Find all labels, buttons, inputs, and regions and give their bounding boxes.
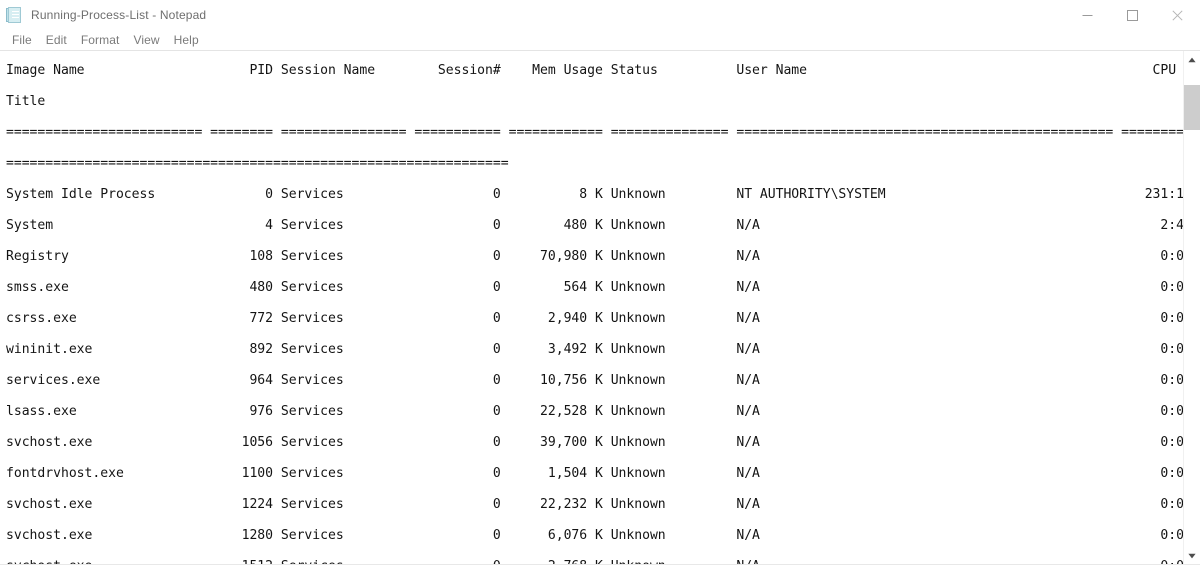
notepad-icon [6,7,23,24]
minimize-button[interactable] [1065,0,1110,30]
notepad-window: Running-Process-List - Notepad File Edit… [0,0,1200,565]
text-editor[interactable]: Image Name PID Session Name Session# Mem… [0,51,1183,564]
editor-area: Image Name PID Session Name Session# Mem… [0,51,1200,564]
menu-item-view[interactable]: View [126,32,166,49]
window-controls [1065,0,1200,30]
vertical-scrollbar[interactable] [1183,51,1200,564]
title-bar[interactable]: Running-Process-List - Notepad [0,0,1200,30]
maximize-button[interactable] [1110,0,1155,30]
window-title: Running-Process-List - Notepad [31,8,207,22]
menu-item-file[interactable]: File [5,32,39,49]
menu-item-help[interactable]: Help [167,32,206,49]
menu-bar: File Edit Format View Help [0,30,1200,51]
scrollbar-thumb[interactable] [1184,84,1200,131]
close-button[interactable] [1155,0,1200,30]
title-bar-left: Running-Process-List - Notepad [0,6,1065,24]
scroll-up-button[interactable] [1184,51,1200,68]
scrollbar-track[interactable] [1184,68,1200,547]
document-text[interactable]: Image Name PID Session Name Session# Mem… [0,51,1183,564]
scroll-down-button[interactable] [1184,547,1200,564]
menu-item-edit[interactable]: Edit [39,32,74,49]
menu-item-format[interactable]: Format [74,32,127,49]
